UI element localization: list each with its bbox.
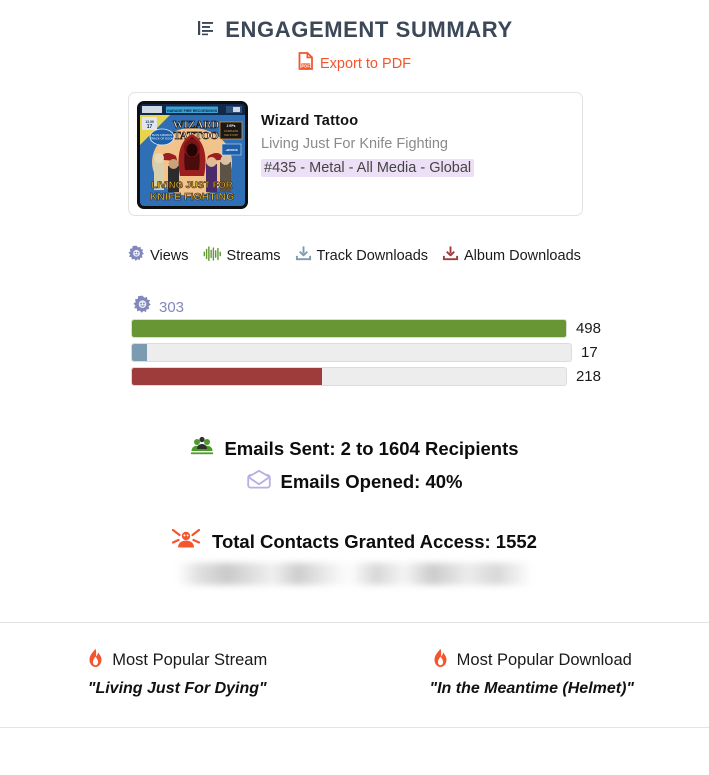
legend-label-track-downloads: Track Downloads <box>316 248 429 264</box>
title-row: ENGAGEMENT SUMMARY <box>0 17 709 43</box>
envelope-icon <box>246 469 271 494</box>
download-tray-icon <box>295 245 312 267</box>
svg-text:LIVING JUST FOR: LIVING JUST FOR <box>151 180 232 191</box>
redacted-text-bar <box>177 563 532 585</box>
svg-text:2 EPs: 2 EPs <box>227 124 236 128</box>
page-header: ENGAGEMENT SUMMARY PDF Export to PDF <box>0 0 709 75</box>
bar-value-album-downloads: 218 <box>575 368 601 385</box>
users-group-icon <box>190 436 214 461</box>
svg-text:PDF: PDF <box>301 64 310 69</box>
download-tray-icon <box>442 245 459 267</box>
legend-label-streams: Streams <box>226 248 281 264</box>
engagement-summary-page: ENGAGEMENT SUMMARY PDF Export to PDF GAR… <box>0 0 709 775</box>
svg-text:KNIFE FIGHTING: KNIFE FIGHTING <box>150 191 235 203</box>
album-badge: #435 - Metal - All Media - Global <box>261 159 475 177</box>
album-info: Wizard Tattoo Living Just For Knife Figh… <box>248 101 475 177</box>
svg-text:17: 17 <box>147 124 153 130</box>
album-cover-art: GARAGE FIRE RECORDINGS 13.99 17 WIZARD T… <box>137 101 248 209</box>
emails-opened-row: Emails Opened: 40% <box>0 469 709 494</box>
legend-item-views[interactable]: Views <box>128 245 189 267</box>
most-popular-stream-heading-row: Most Popular Stream <box>0 648 355 673</box>
emails-sent-row: Emails Sent: 2 to 1604 Recipients <box>0 436 709 461</box>
report-lines-icon <box>196 18 216 43</box>
divider-top <box>0 622 709 623</box>
svg-text:TRACK OF DOOM: TRACK OF DOOM <box>150 137 174 141</box>
album-subtitle: Living Just For Knife Fighting <box>261 136 448 152</box>
bar-row-streams: 498 <box>131 319 601 338</box>
email-stats: Emails Sent: 2 to 1604 Recipients Emails… <box>0 436 709 494</box>
engagement-bar-chart: 498 17 218 <box>131 319 601 391</box>
legend-item-streams[interactable]: Streams <box>203 245 281 267</box>
emails-opened-text: Emails Opened: 40% <box>280 471 463 492</box>
legend-item-track-downloads[interactable]: Track Downloads <box>295 245 428 267</box>
legend-label-album-downloads: Album Downloads <box>464 248 581 264</box>
views-count-value: 303 <box>159 298 185 316</box>
most-popular-stream-column: Most Popular Stream "Living Just For Dyi… <box>0 648 355 698</box>
contacts-granted-text: Total Contacts Granted Access: 1552 <box>212 530 537 552</box>
svg-text:COMPLETE: COMPLETE <box>224 129 239 133</box>
album-title: Wizard Tattoo <box>261 113 359 129</box>
contacts-stats: Total Contacts Granted Access: 1552 <box>0 528 709 585</box>
gear-sun-icon <box>133 295 152 319</box>
album-card[interactable]: GARAGE FIRE RECORDINGS 13.99 17 WIZARD T… <box>128 92 583 216</box>
bar-row-album-downloads: 218 <box>131 367 601 386</box>
bar-value-track-downloads: 17 <box>581 344 598 361</box>
flame-icon <box>87 648 104 673</box>
bar-track <box>131 367 567 386</box>
legend-label-views: Views <box>150 248 189 264</box>
export-to-pdf-label: Export to PDF <box>319 55 412 72</box>
flame-icon <box>432 648 449 673</box>
pdf-file-icon: PDF <box>298 52 314 75</box>
most-popular-stream-value: "Living Just For Dying" <box>87 680 267 697</box>
legend-item-album-downloads[interactable]: Album Downloads <box>442 245 581 267</box>
svg-text:+BONUS: +BONUS <box>225 148 238 152</box>
waveform-icon <box>203 245 222 267</box>
contacts-granted-row: Total Contacts Granted Access: 1552 <box>0 528 709 555</box>
svg-text:THE STORY: THE STORY <box>224 133 239 137</box>
bar-track <box>131 343 572 362</box>
bar-track <box>131 319 567 338</box>
most-popular-download-column: Most Popular Download "In the Meantime (… <box>355 648 709 698</box>
bar-fill-track-downloads <box>132 344 147 361</box>
most-popular-download-heading: Most Popular Download <box>456 651 632 669</box>
emails-sent-text: Emails Sent: 2 to 1604 Recipients <box>224 437 519 459</box>
bar-value-streams: 498 <box>575 320 601 337</box>
gear-sun-icon <box>128 245 145 267</box>
most-popular-download-heading-row: Most Popular Download <box>355 648 709 673</box>
most-popular-download-value: "In the Meantime (Helmet)" <box>429 680 635 697</box>
page-title: ENGAGEMENT SUMMARY <box>225 17 513 42</box>
contacts-access-icon <box>171 528 201 555</box>
popular-items-footer: Most Popular Stream "Living Just For Dyi… <box>0 648 709 698</box>
bar-row-track-downloads: 17 <box>131 343 601 362</box>
export-to-pdf-button[interactable]: PDF Export to PDF <box>0 52 709 75</box>
bar-fill-streams <box>132 320 566 337</box>
svg-text:GARAGE FIRE RECORDINGS: GARAGE FIRE RECORDINGS <box>167 109 218 113</box>
views-count-row: 303 <box>133 295 184 319</box>
divider-bottom <box>0 727 709 728</box>
metrics-legend: Views Streams Track Downloads Album Down… <box>0 245 709 267</box>
most-popular-stream-heading: Most Popular Stream <box>112 651 268 669</box>
bar-fill-album-downloads <box>132 368 322 385</box>
